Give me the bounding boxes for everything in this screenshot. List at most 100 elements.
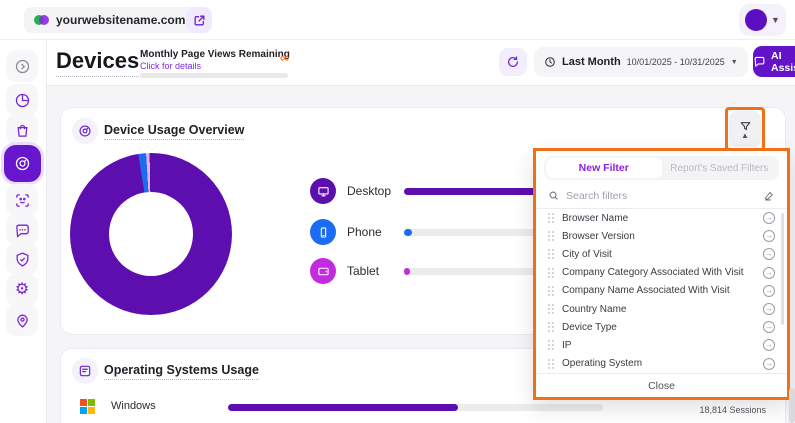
arrow-right-circle-icon[interactable]: →: [763, 230, 775, 242]
arrow-right-circle-icon[interactable]: →: [763, 248, 775, 260]
desktop-monitor-icon: [317, 185, 330, 198]
app-root: yourwebsitename.com ▼ ▼: [0, 0, 795, 423]
drag-handle-icon[interactable]: [548, 249, 554, 259]
sidebar-item-privacy[interactable]: [6, 243, 38, 275]
tablet-label: Tablet: [347, 264, 379, 278]
arrow-right-circle-icon[interactable]: →: [763, 358, 775, 370]
drag-handle-icon[interactable]: [548, 340, 554, 350]
refresh-icon: [506, 55, 520, 69]
arrow-right-circle-icon[interactable]: →: [763, 303, 775, 315]
panel-scrollbar[interactable]: [781, 213, 784, 325]
device-usage-card-title: Device Usage Overview: [104, 123, 244, 140]
filter-option-label: Browser Name: [562, 213, 755, 224]
arrow-right-circle-icon[interactable]: →: [763, 285, 775, 297]
filter-option-ip[interactable]: IP→: [536, 336, 787, 354]
arrow-right-circle-icon[interactable]: →: [763, 267, 775, 279]
chevron-up-icon: ▲: [741, 134, 749, 138]
sidebar-item-locations[interactable]: [6, 304, 38, 336]
sidebar-item-visitors[interactable]: [6, 184, 38, 216]
filter-button[interactable]: ▲: [729, 111, 761, 147]
device-usage-donut-chart[interactable]: [70, 153, 232, 315]
windows-label: Windows: [111, 400, 156, 412]
filter-option-label: Device Type: [562, 322, 755, 333]
website-favicon-icon: [34, 14, 49, 26]
sidebar-collapse-button[interactable]: [6, 50, 38, 82]
tab-saved-filters[interactable]: Report's Saved Filters: [662, 158, 778, 178]
website-selector[interactable]: yourwebsitename.com ▼: [24, 7, 211, 33]
arrow-right-circle-icon[interactable]: →: [763, 339, 775, 351]
filter-option-browser-name[interactable]: Browser Name →: [536, 209, 787, 227]
sidebar-item-communication[interactable]: [6, 214, 38, 246]
operating-systems-card-icon: [72, 358, 98, 384]
page-views-details-link[interactable]: Click for details: [140, 61, 201, 71]
collapse-arrow-icon: [14, 58, 31, 75]
sidebar-item-settings[interactable]: ⚙: [6, 274, 38, 306]
filter-option-company-name[interactable]: Company Name Associated With Visit→: [536, 282, 787, 300]
devices-gauge-icon: [14, 155, 31, 172]
page-scrollbar-thumb[interactable]: [789, 388, 795, 423]
ai-chat-icon: [753, 55, 766, 68]
desktop-label: Desktop: [347, 184, 391, 198]
user-menu[interactable]: ▼: [739, 4, 786, 36]
drag-handle-icon[interactable]: [548, 268, 554, 278]
sidebar-item-ecommerce[interactable]: [6, 114, 38, 146]
filter-option-browser-version[interactable]: Browser Version →: [536, 227, 787, 245]
filter-option-city-of-visit[interactable]: City of Visit →: [536, 245, 787, 263]
filter-panel: New Filter Report's Saved Filters Browse…: [533, 148, 790, 400]
phone-icon: [317, 226, 330, 239]
filter-option-label: City of Visit: [562, 249, 755, 260]
sidebar: ⚙: [0, 40, 47, 423]
website-name: yourwebsitename.com: [56, 13, 185, 27]
shield-check-icon: [14, 251, 31, 268]
filter-option-label: Company Category Associated With Visit: [562, 267, 755, 278]
donut-hole: [109, 192, 193, 276]
filter-option-company-category[interactable]: Company Category Associated With Visit →: [536, 264, 787, 282]
tab-new-filter[interactable]: New Filter: [546, 158, 662, 178]
desktop-legend-dot: [310, 178, 336, 204]
drag-handle-icon[interactable]: [548, 286, 554, 296]
filter-panel-close-button[interactable]: Close: [536, 373, 787, 397]
drag-handle-icon[interactable]: [548, 231, 554, 241]
tablet-icon: [317, 265, 330, 278]
filter-option-label: Browser Version: [562, 231, 755, 242]
avatar: [745, 9, 767, 31]
period-label: Last Month: [562, 56, 621, 68]
page-views-label: Monthly Page Views Remaining: [140, 49, 290, 60]
eraser-icon: [763, 190, 775, 202]
windows-logo-icon: [80, 399, 95, 414]
page-header: Devices Monthly Page Views Remaining Cli…: [47, 40, 795, 86]
open-website-button[interactable]: [186, 7, 212, 33]
gear-icon: ⚙: [15, 282, 29, 298]
device-usage-card-icon: [72, 118, 98, 144]
filter-option-device-type[interactable]: Device Type →: [536, 318, 787, 336]
location-pin-icon: [14, 312, 31, 329]
arrow-right-circle-icon[interactable]: →: [763, 212, 775, 224]
ai-assistant-label: AI Assistant: [771, 50, 795, 74]
tablet-legend-dot: [310, 258, 336, 284]
refresh-button[interactable]: [499, 48, 527, 76]
drag-handle-icon[interactable]: [548, 322, 554, 332]
chevron-down-icon: ▼: [731, 59, 738, 66]
filter-option-label: Operating System: [562, 358, 755, 369]
drag-handle-icon[interactable]: [548, 359, 554, 369]
operating-systems-card-title: Operating Systems Usage: [104, 363, 259, 380]
filter-panel-tabs: New Filter Report's Saved Filters: [544, 156, 779, 180]
page-title: Devices: [56, 48, 139, 77]
date-range-selector[interactable]: Last Month 10/01/2025 - 10/31/2025 ▼: [534, 47, 748, 77]
page-views-infinity-value: ∞: [280, 50, 289, 65]
visitor-scan-icon: [14, 192, 31, 209]
phone-label: Phone: [347, 225, 382, 239]
filter-option-country-name[interactable]: Country Name→: [536, 300, 787, 318]
filter-search-input[interactable]: [566, 190, 756, 202]
sidebar-item-dashboard[interactable]: [6, 84, 38, 116]
filter-option-operating-system[interactable]: Operating System →: [536, 355, 787, 373]
period-range: 10/01/2025 - 10/31/2025: [627, 57, 725, 67]
shopping-bag-icon: [14, 122, 31, 139]
drag-handle-icon[interactable]: [548, 304, 554, 314]
sidebar-item-devices[interactable]: [4, 145, 41, 182]
phone-bar-fill: [404, 229, 412, 236]
arrow-right-circle-icon[interactable]: →: [763, 321, 775, 333]
ai-assistant-button[interactable]: AI Assistant: [753, 46, 795, 77]
legend-item-desktop: Desktop: [310, 178, 391, 204]
drag-handle-icon[interactable]: [548, 213, 554, 223]
